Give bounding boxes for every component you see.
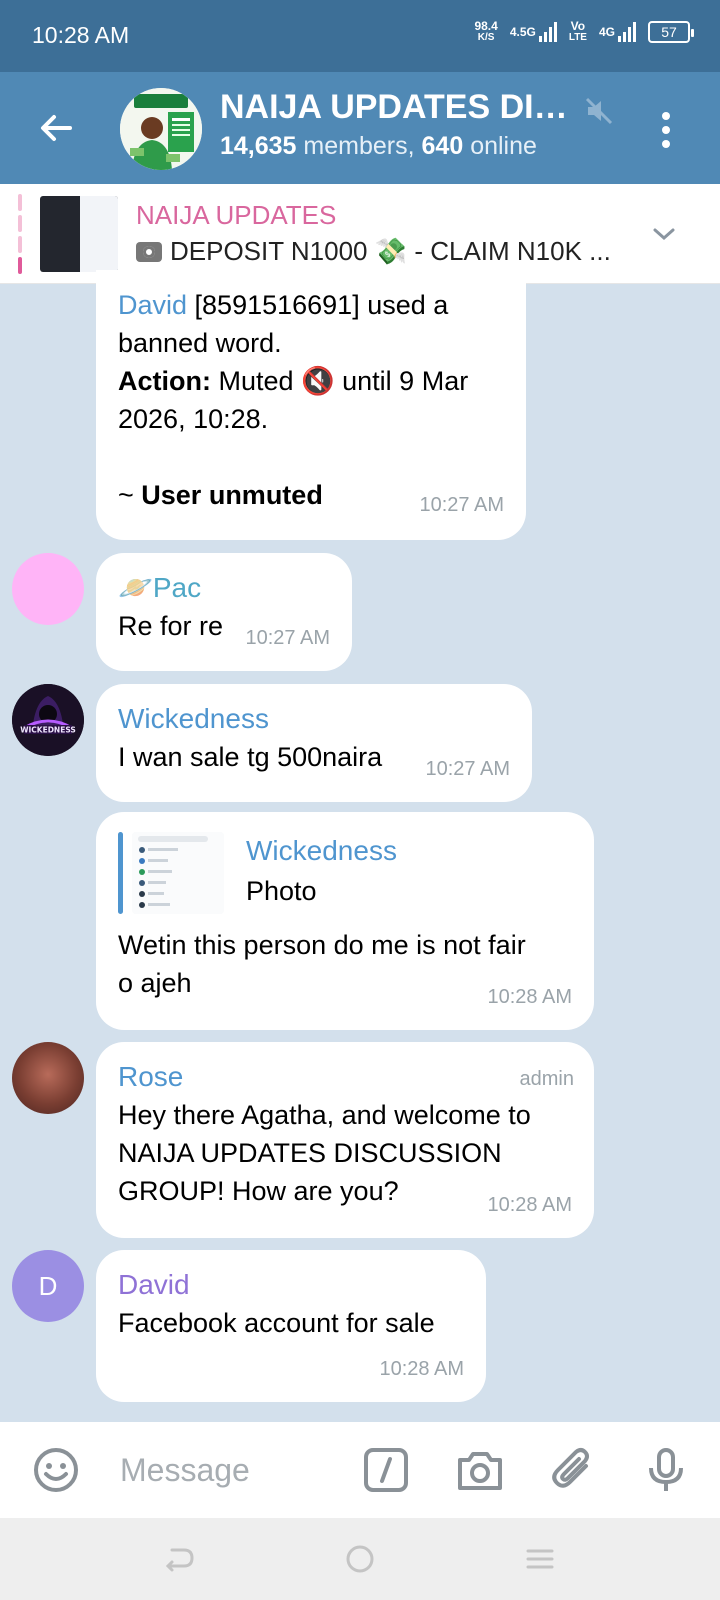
camera-icon[interactable] (454, 1444, 506, 1496)
signal-1: 4.5G (510, 22, 557, 42)
message-bubble[interactable]: Wickedness I wan sale tg 500naira 10:27 … (96, 684, 532, 802)
emoji-icon[interactable] (30, 1444, 82, 1496)
pinned-indicator (18, 194, 22, 274)
user-mention[interactable]: David (118, 290, 187, 320)
message-line: Action: Muted 🔇 until 9 Mar (118, 362, 504, 400)
reply-sender: Wickedness (246, 835, 397, 866)
pinned-thumbnail (40, 196, 118, 272)
battery-icon: 57 (648, 21, 694, 43)
unmute-prefix: ~ (118, 480, 142, 510)
avatar-label: WICKEDNESS (20, 726, 76, 735)
unmute-text: User unmuted (141, 480, 323, 510)
pinned-message[interactable]: NAIJA UPDATES DEPOSIT N1000 💸 - CLAIM N1… (0, 184, 720, 284)
message-line: NAIJA UPDATES DISCUSSION (118, 1138, 502, 1168)
sender-name[interactable]: David (118, 1266, 464, 1304)
online-label: online (470, 132, 537, 160)
muted-speaker-icon (585, 97, 613, 125)
planet-icon: 🪐 (118, 572, 153, 603)
message-time: 10:27 AM (245, 627, 330, 649)
message-line: [8591516691] used a (187, 290, 449, 320)
message-line: 2026, 10:28. (118, 404, 269, 434)
sender-name[interactable]: 🪐Pac (118, 569, 330, 607)
attach-icon[interactable] (548, 1444, 600, 1496)
members-label: members, (303, 132, 415, 160)
recents-nav-icon[interactable] (523, 1542, 557, 1576)
back-arrow-icon[interactable] (36, 108, 76, 148)
avatar[interactable]: WICKEDNESS (12, 684, 84, 756)
chevron-down-icon[interactable] (652, 222, 676, 246)
message-bubble[interactable]: Rose admin Hey there Agatha, and welcome… (96, 1042, 594, 1238)
bot-commands-icon[interactable] (360, 1444, 412, 1496)
signal-bars-icon (538, 22, 557, 42)
pinned-preview: DEPOSIT N1000 💸 - CLAIM N10K ... (136, 236, 636, 267)
message-line: Wetin this person do me is not fair (118, 930, 526, 960)
chat-header: NAIJA UPDATES DIS... 14,635 members, 640… (0, 72, 720, 184)
message-bubble[interactable]: 🪐Pac Re for re 10:27 AM (96, 553, 352, 671)
message-input[interactable] (120, 1446, 340, 1494)
camera-icon (136, 242, 162, 262)
online-number: 640 (421, 132, 464, 160)
message-line: banned word. (118, 328, 282, 358)
volte-top: Vo (570, 19, 586, 33)
speed-unit: K/S (477, 32, 495, 43)
group-avatar[interactable] (120, 88, 202, 170)
network-type-1: 4.5G (509, 25, 536, 39)
chat-title[interactable]: NAIJA UPDATES DIS... (220, 88, 580, 127)
battery-level: 57 (661, 24, 677, 40)
avatar[interactable] (12, 553, 84, 625)
status-icons: 98.4 K/S 4.5G Vo LTE 4G 57 (474, 20, 694, 44)
avatar[interactable]: D (12, 1250, 84, 1322)
photo-thumbnail-icon (132, 832, 224, 914)
volte-bottom: LTE (568, 32, 587, 43)
avatar-initial: D (38, 1270, 58, 1301)
more-options-icon[interactable] (660, 112, 672, 148)
speed-value: 98.4 (474, 19, 498, 33)
pinned-text: DEPOSIT N1000 💸 - CLAIM N10K ... (170, 236, 611, 266)
pinned-title: NAIJA UPDATES (136, 200, 337, 230)
members-number: 14,635 (220, 132, 297, 160)
sender-name[interactable]: Wickedness (118, 700, 510, 738)
signal-2: 4G (599, 22, 636, 42)
network-speed: 98.4 K/S (474, 20, 497, 44)
system-nav-bar (0, 1518, 720, 1600)
message-text: Facebook account for sale (118, 1308, 435, 1338)
network-type-2: 4G (598, 25, 615, 39)
message-time: 10:27 AM (425, 758, 510, 780)
admin-badge: admin (519, 1068, 574, 1090)
message-bubble[interactable]: David [8591516691] used a banned word. A… (96, 270, 526, 540)
signal-bars-icon (618, 22, 636, 42)
message-bubble[interactable]: Wickedness Photo Wetin this person do me… (96, 812, 594, 1030)
message-line: Hey there Agatha, and welcome to (118, 1100, 531, 1130)
sender-label: Pac (152, 572, 202, 603)
avatar[interactable] (12, 1042, 84, 1114)
home-nav-icon[interactable] (343, 1542, 377, 1576)
action-text: Muted 🔇 until 9 Mar (210, 366, 469, 396)
clock: 10:28 AM (32, 22, 130, 48)
message-time: 10:27 AM (419, 494, 504, 516)
reply-quote[interactable]: Wickedness Photo (118, 832, 572, 926)
message-time: 10:28 AM (487, 986, 572, 1008)
status-bar: 10:28 AM 98.4 K/S 4.5G Vo LTE 4G 57 (0, 0, 720, 72)
message-bubble[interactable]: David Facebook account for sale 10:28 AM (96, 1250, 486, 1402)
wickedness-avatar-icon: WICKEDNESS (12, 684, 84, 756)
action-label: Action: (118, 366, 211, 396)
sender-name[interactable]: Rose (118, 1058, 572, 1096)
reply-text: Photo (246, 876, 317, 906)
reply-bar (118, 832, 123, 914)
message-text: David [8591516691] used a (118, 286, 504, 324)
message-time: 10:28 AM (487, 1194, 572, 1216)
group-logo-icon (120, 88, 202, 170)
message-time: 10:28 AM (379, 1358, 464, 1380)
back-nav-icon[interactable] (162, 1542, 196, 1576)
message-composer (0, 1422, 720, 1518)
reply-thumbnail (132, 832, 224, 914)
microphone-icon[interactable] (640, 1444, 692, 1496)
member-count: 14,635 members, 640 online (220, 132, 537, 161)
volte-label: Vo LTE (569, 20, 587, 44)
